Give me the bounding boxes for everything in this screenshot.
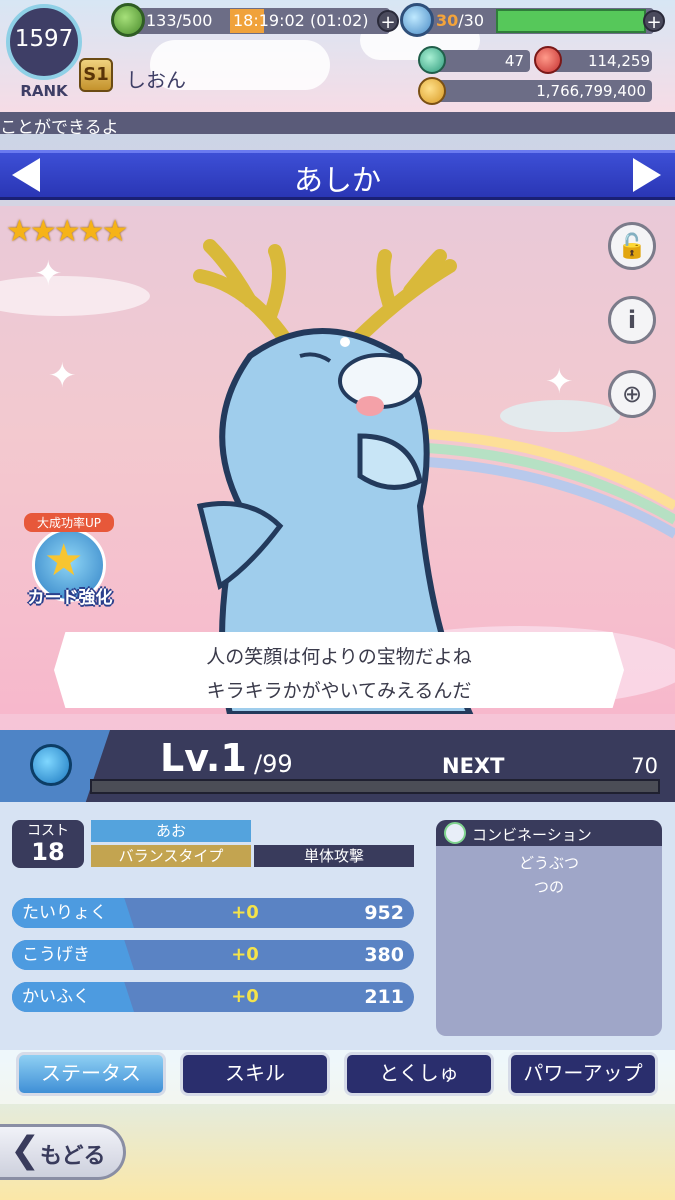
stat-value: 211 [364,986,404,1008]
ticker-text: ことができるよ [0,118,119,138]
tab-status[interactable]: ステータス [16,1052,166,1096]
level-label: Lv.1 [160,736,247,780]
stat-bonus: +0 [231,902,259,923]
exp-bar [90,779,660,794]
info-icon: i [627,306,637,334]
combination-icon [444,822,466,844]
stamina-count: 133/500 [146,11,213,30]
potion-count: 30/30 [436,11,484,30]
ruby-count: 114,259 [587,52,650,70]
unlock-icon: 🔓 [617,232,647,260]
stat-value: 380 [364,944,404,966]
rank-label: RANK [20,82,68,100]
tab-special[interactable]: とくしゅ [344,1052,494,1096]
stat-label: かいふく [12,982,134,1012]
stamina-plus-button[interactable]: + [377,10,399,33]
combination-item: どうぶつ [518,854,579,872]
dialogue-line-2: キラキラかがやいてみえるんだ [206,680,472,702]
potion-gauge [496,9,646,33]
attack-style-label: 単体攻撃 [254,845,414,867]
powerup-label: カード強化 [27,588,113,608]
back-label: もどる [40,1144,106,1169]
potion-max: /30 [458,11,485,30]
stat-bonus: +0 [231,944,259,965]
player-rank-badge: S1 [79,58,113,92]
next-label: NEXT [442,754,505,778]
potion-plus-button[interactable]: + [643,10,665,33]
type-label: バランスタイプ [91,845,251,867]
zoom-in-icon: ⊕ [621,380,643,408]
coin-count: 1,766,799,400 [536,82,646,100]
player-name: しおん [126,68,186,92]
level-max: /99 [254,750,293,778]
stamina-timer: 18:19:02 (01:02) [230,9,372,33]
chevron-left-icon: ❮ [10,1130,41,1171]
tab-skill[interactable]: スキル [180,1052,330,1096]
dialogue-line-1: 人の笑顔は何よりの宝物だよね [206,646,472,668]
potion-current: 30 [436,11,459,30]
coin-icon [418,77,446,105]
star-icon: ★ [44,535,84,586]
sparkle-icon: ✦ [545,362,574,402]
sparkle-icon: ✦ [34,254,63,294]
powerup-ribbon: 大成功率UP [24,513,114,532]
rarity-stars: ★★★★★ [6,214,128,249]
potion-icon [400,3,434,37]
stat-value: 952 [364,902,404,924]
tab-powerup[interactable]: パワーアップ [508,1052,658,1096]
cost-label: コスト [27,823,69,839]
stat-label: たいりょく [12,898,134,928]
stat-label: こうげき [12,940,134,970]
card-name: あしか [293,163,381,197]
gem-icon [418,46,446,74]
rank-value: 1597 [14,26,74,52]
info-button[interactable]: i [608,296,656,344]
stamina-leaf-icon [111,3,145,37]
next-exp-value: 70 [631,754,658,778]
blue-puyo-icon [30,744,72,786]
next-card-arrow-icon[interactable] [633,158,661,192]
ruby-icon [534,46,562,74]
combination-title: コンビネーション [472,826,592,844]
attribute-label: あお [91,820,251,842]
sparkle-icon: ✦ [48,356,77,396]
stat-bonus: +0 [231,986,259,1007]
lock-button[interactable]: 🔓 [608,222,656,270]
gem-count: 47 [504,52,524,70]
combination-item: つの [533,878,564,896]
zoom-button[interactable]: ⊕ [608,370,656,418]
cost-value: 18 [31,838,65,866]
